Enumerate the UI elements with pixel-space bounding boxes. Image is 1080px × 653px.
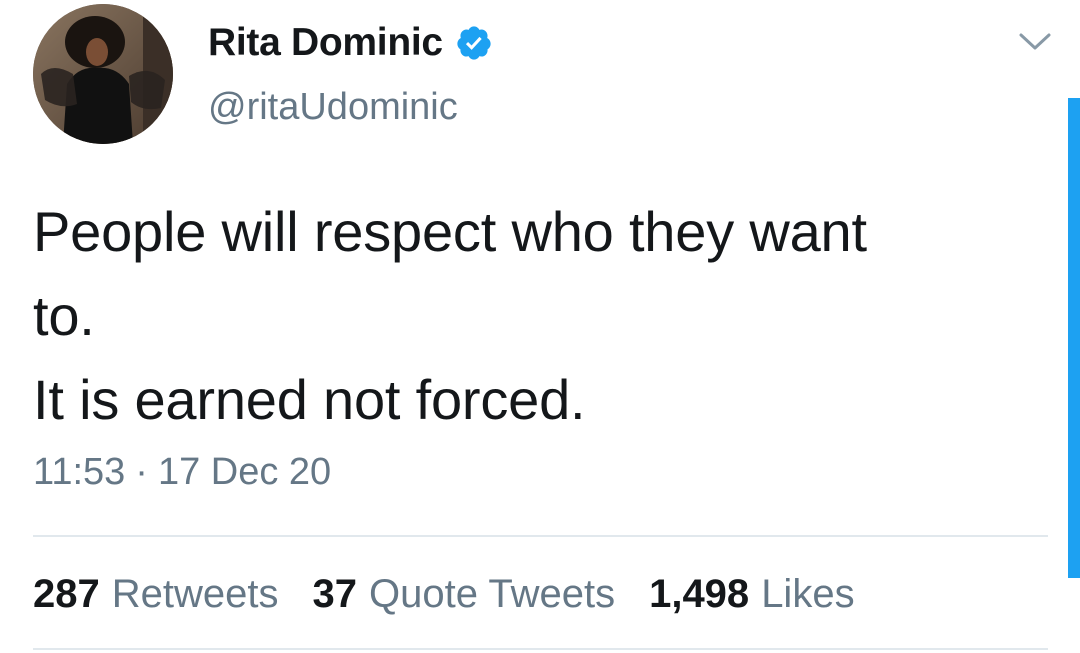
author-name-row[interactable]: Rita Dominic [208, 18, 493, 68]
tweet-timestamp[interactable]: 11:53 · 17 Dec 20 [33, 451, 331, 494]
likes-stat[interactable]: 1,498 Likes [649, 572, 855, 617]
timestamp-separator: · [135, 451, 148, 493]
tweet-date: 17 Dec 20 [157, 451, 332, 493]
likes-count: 1,498 [649, 572, 750, 616]
retweets-label: Retweets [111, 572, 279, 616]
author-display-name[interactable]: Rita Dominic [208, 21, 443, 65]
tweet-text-line: People will respect who they want [33, 200, 867, 263]
tweet-text: People will respect who they want to. It… [33, 190, 1043, 442]
author-handle[interactable]: @ritaUdominic [208, 86, 458, 129]
avatar[interactable] [33, 4, 173, 144]
tweet-time: 11:53 [33, 451, 126, 493]
tweet-text-line: to. [33, 284, 95, 347]
engagement-stats: 287 Retweets 37 Quote Tweets 1,498 Likes [33, 572, 889, 617]
likes-label: Likes [761, 572, 855, 616]
quote-tweets-count: 37 [312, 572, 358, 616]
tweet-text-line: It is earned not forced. [33, 368, 586, 431]
divider [33, 648, 1048, 650]
quote-tweets-stat[interactable]: 37 Quote Tweets [313, 572, 616, 617]
retweets-stat[interactable]: 287 Retweets [33, 572, 279, 617]
retweets-count: 287 [33, 572, 100, 616]
verified-badge-icon [455, 24, 493, 62]
scrollbar[interactable] [1068, 98, 1080, 578]
chevron-down-icon[interactable] [1015, 26, 1055, 56]
quote-tweets-label: Quote Tweets [369, 572, 616, 616]
divider [33, 535, 1048, 537]
